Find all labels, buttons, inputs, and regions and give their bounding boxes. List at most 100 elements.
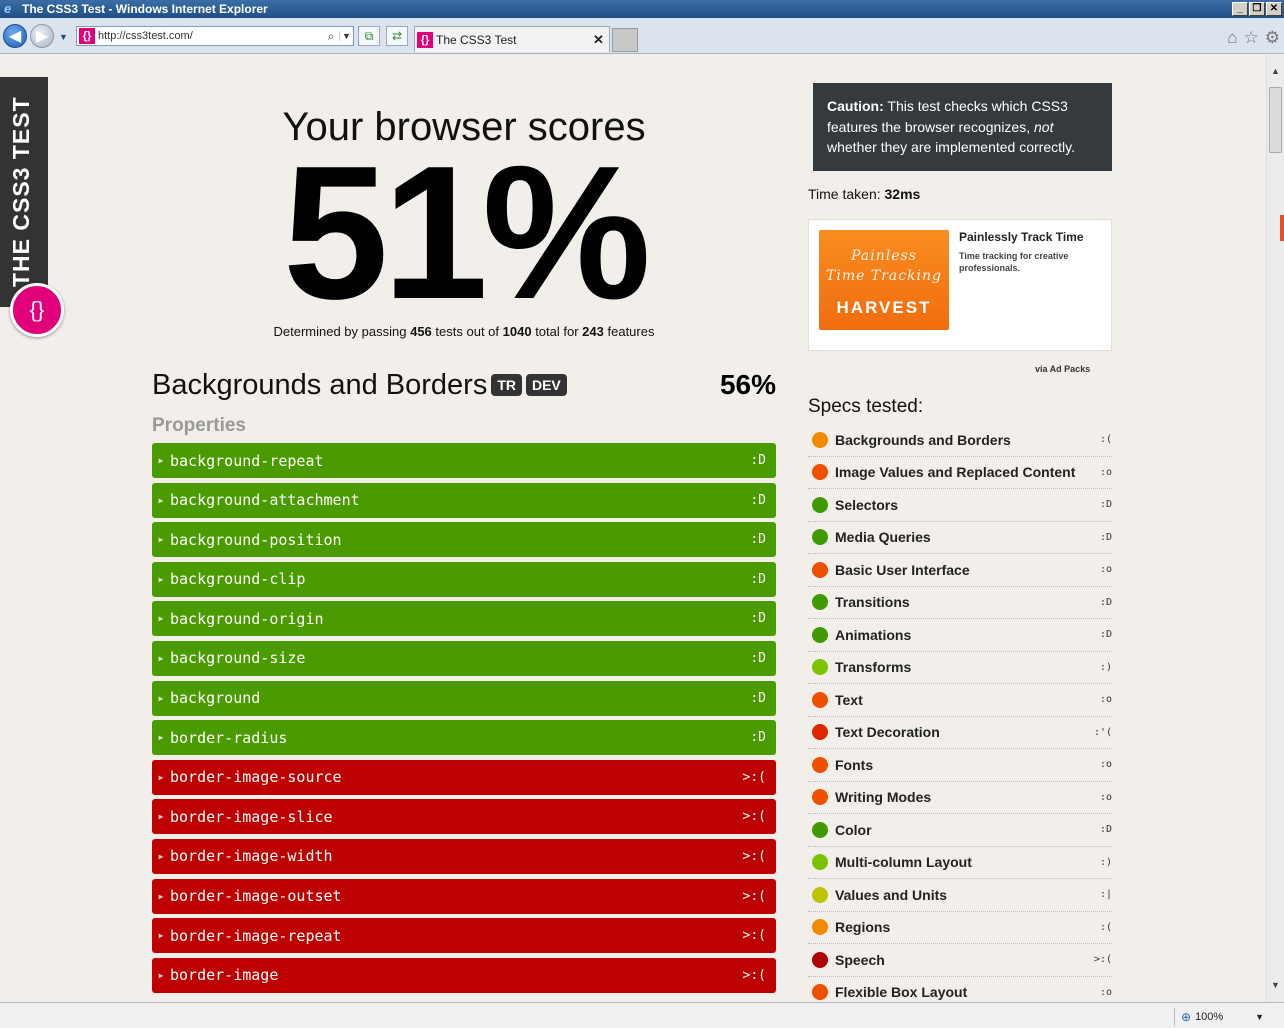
spec-name[interactable]: Basic User Interface <box>835 562 1090 578</box>
spec-item[interactable]: Text Decoration:'( <box>808 717 1112 749</box>
spec-item[interactable]: Text:o <box>808 684 1112 717</box>
spec-item[interactable]: Animations:D <box>808 619 1112 652</box>
spec-item[interactable]: Regions:( <box>808 912 1112 944</box>
spec-item[interactable]: Flexible Box Layout:o <box>808 977 1112 1003</box>
property-row[interactable]: ▶ border-image-outset >:( <box>152 878 776 914</box>
expand-triangle-icon[interactable]: ▶ <box>152 614 170 623</box>
spec-name[interactable]: Backgrounds and Borders <box>835 432 1090 448</box>
spec-item[interactable]: Color:D <box>808 814 1112 847</box>
favorites-star-icon[interactable]: ☆ <box>1244 28 1259 48</box>
tab-css3-test[interactable]: {} The CSS3 Test ✕ <box>414 26 610 52</box>
expand-triangle-icon[interactable]: ▶ <box>152 575 170 584</box>
zoom-control[interactable]: ⊕ 100% ▼ <box>1174 1008 1264 1026</box>
spec-name[interactable]: Flexible Box Layout <box>835 984 1090 1000</box>
spec-name[interactable]: Text Decoration <box>835 724 1090 740</box>
property-row[interactable]: ▶ background:D <box>152 680 776 716</box>
search-icon[interactable]: ⌕ <box>323 29 339 44</box>
zoom-dropdown-icon[interactable]: ▼ <box>1255 1012 1264 1022</box>
vertical-scrollbar[interactable]: ▲ ▼ <box>1266 55 1284 1002</box>
badge-dev[interactable]: DEV <box>525 374 567 396</box>
spec-name[interactable]: Multi-column Layout <box>835 854 1090 870</box>
ad-box[interactable]: Painless Time Tracking HARVEST Painlessl… <box>808 219 1112 351</box>
spec-name[interactable]: Regions <box>835 919 1090 935</box>
spec-name[interactable]: Animations <box>835 627 1090 643</box>
spec-name[interactable]: Speech <box>835 952 1090 968</box>
restore-button[interactable]: ❐ <box>1249 2 1265 16</box>
spec-item[interactable]: Transforms:) <box>808 652 1112 684</box>
expand-triangle-icon[interactable]: ▶ <box>152 733 170 742</box>
css3-logo-icon[interactable]: {} <box>10 283 64 337</box>
property-row[interactable]: ▶ border-image-width >:( <box>152 838 776 874</box>
property-row[interactable]: ▶ background-clip:D <box>152 561 776 597</box>
expand-triangle-icon[interactable]: ▶ <box>152 931 170 940</box>
address-url[interactable]: http://css3test.com/ <box>98 30 323 42</box>
refresh-button[interactable]: ⇄ <box>386 26 408 46</box>
address-dropdown-icon[interactable]: ▼ <box>339 31 353 41</box>
harvest-logo[interactable]: Painless Time Tracking HARVEST <box>819 230 949 330</box>
property-row[interactable]: ▶ border-image-slice >:( <box>152 799 776 835</box>
side-ribbon[interactable]: THE CSS3 TEST <box>0 77 48 307</box>
spec-name[interactable]: Fonts <box>835 757 1090 773</box>
spec-item[interactable]: Speech >:( <box>808 944 1112 977</box>
property-name: border-image-source <box>170 768 342 787</box>
compatibility-view-button[interactable]: ⧉ <box>358 26 380 46</box>
spec-item[interactable]: Transitions:D <box>808 587 1112 619</box>
expand-triangle-icon[interactable]: ▶ <box>152 852 170 861</box>
back-button[interactable]: ◀ <box>3 24 27 48</box>
ad-via-link[interactable]: via Ad Packs <box>1035 364 1090 374</box>
spec-item[interactable]: Fonts:o <box>808 749 1112 782</box>
scrollbar-thumb[interactable] <box>1269 87 1282 153</box>
spec-item[interactable]: Image Values and Replaced Content:o <box>808 457 1112 489</box>
property-row[interactable]: ▶ border-image >:( <box>152 957 776 993</box>
forward-button[interactable]: ▶ <box>30 24 54 48</box>
badge-tr[interactable]: TR <box>491 374 522 396</box>
property-row[interactable]: ▶ background-origin:D <box>152 601 776 637</box>
address-bar[interactable]: {} http://css3test.com/ ⌕ ▼ <box>76 26 354 46</box>
expand-triangle-icon[interactable]: ▶ <box>152 971 170 980</box>
property-row[interactable]: ▶ background-attachment:D <box>152 482 776 518</box>
property-row[interactable]: ▶ background-position:D <box>152 522 776 558</box>
section-title[interactable]: Backgrounds and Borders <box>152 369 487 402</box>
spec-name[interactable]: Media Queries <box>835 529 1090 545</box>
spec-name[interactable]: Transforms <box>835 659 1090 675</box>
close-window-button[interactable]: ✕ <box>1266 2 1282 16</box>
spec-name[interactable]: Values and Units <box>835 887 1090 903</box>
property-row[interactable]: ▶ border-image-source >:( <box>152 759 776 795</box>
scroll-down-icon[interactable]: ▼ <box>1267 977 1284 994</box>
new-tab-button[interactable] <box>612 28 638 52</box>
expand-triangle-icon[interactable]: ▶ <box>152 496 170 505</box>
property-row[interactable]: ▶ background-size:D <box>152 640 776 676</box>
expand-triangle-icon[interactable]: ▶ <box>152 694 170 703</box>
spec-item[interactable]: Values and Units:| <box>808 879 1112 912</box>
spec-name[interactable]: Image Values and Replaced Content <box>835 464 1090 480</box>
home-icon[interactable]: ⌂ <box>1227 28 1237 48</box>
spec-status-dot-icon <box>812 756 828 773</box>
spec-item[interactable]: Multi-column Layout:) <box>808 847 1112 879</box>
history-dropdown-icon[interactable]: ▼ <box>59 32 68 42</box>
spec-item[interactable]: Backgrounds and Borders:( <box>808 424 1112 457</box>
spec-item[interactable]: Basic User Interface:o <box>808 554 1112 587</box>
minimize-button[interactable]: _ <box>1232 2 1248 16</box>
expand-triangle-icon[interactable]: ▶ <box>152 812 170 821</box>
tools-gear-icon[interactable]: ⚙ <box>1265 28 1280 48</box>
time-taken: Time taken: 32ms <box>808 186 920 202</box>
ad-title[interactable]: Painlessly Track Time <box>959 230 1084 244</box>
expand-triangle-icon[interactable]: ▶ <box>152 535 170 544</box>
tab-close-icon[interactable]: ✕ <box>593 32 609 48</box>
spec-name[interactable]: Selectors <box>835 497 1090 513</box>
expand-triangle-icon[interactable]: ▶ <box>152 654 170 663</box>
scroll-up-icon[interactable]: ▲ <box>1267 63 1284 80</box>
expand-triangle-icon[interactable]: ▶ <box>152 892 170 901</box>
spec-item[interactable]: Writing Modes:o <box>808 782 1112 814</box>
expand-triangle-icon[interactable]: ▶ <box>152 773 170 782</box>
expand-triangle-icon[interactable]: ▶ <box>152 456 170 465</box>
spec-name[interactable]: Transitions <box>835 594 1090 610</box>
spec-name[interactable]: Color <box>835 822 1090 838</box>
spec-name[interactable]: Writing Modes <box>835 789 1090 805</box>
spec-item[interactable]: Media Queries:D <box>808 522 1112 554</box>
property-row[interactable]: ▶ border-image-repeat >:( <box>152 918 776 954</box>
spec-item[interactable]: Selectors:D <box>808 489 1112 522</box>
property-row[interactable]: ▶ border-radius:D <box>152 720 776 756</box>
spec-name[interactable]: Text <box>835 692 1090 708</box>
property-row[interactable]: ▶ background-repeat:D <box>152 443 776 478</box>
